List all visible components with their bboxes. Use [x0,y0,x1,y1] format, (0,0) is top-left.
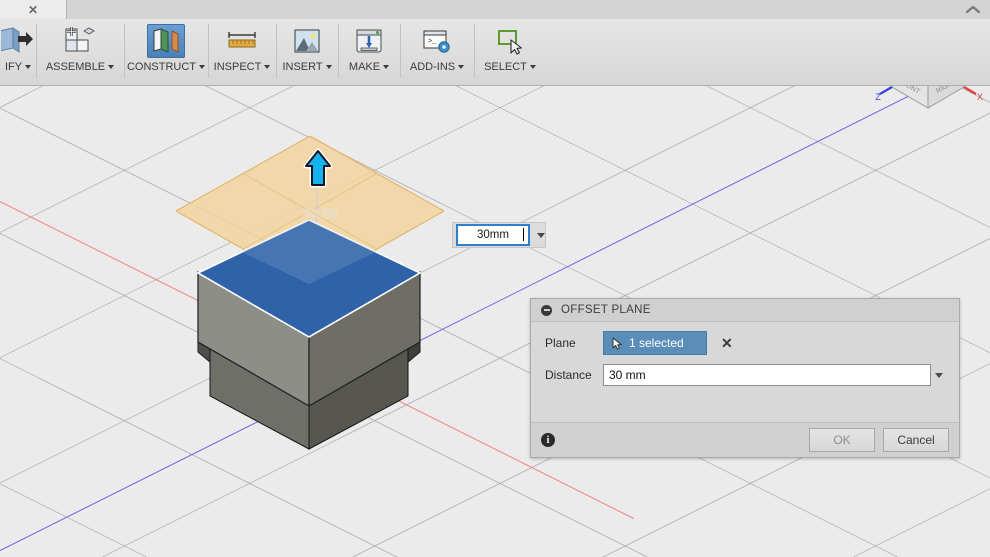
insert-label: INSERT [274,61,339,73]
inline-dimension-input[interactable]: 30mm [456,224,530,246]
tab-strip[interactable]: ✕ [0,0,990,20]
inline-dimension-editor[interactable]: 30mm [452,222,546,248]
distance-value: 30 mm [609,368,646,382]
ribbon-panel-assemble[interactable]: ASSEMBLE [36,19,124,85]
viewcube-axis-x: X [977,92,983,102]
chevron-up-icon[interactable] [964,2,982,16]
select-label: SELECT [476,61,544,73]
modify-button[interactable]: IFY [0,19,36,73]
ok-button[interactable]: OK [809,428,875,452]
dialog-footer: i OK Cancel [531,422,959,457]
3d-printer-icon [350,24,388,58]
dimension-value-label: 30.00 [302,206,338,221]
viewcube-axis-z: Z [875,92,881,102]
ribbon-panel-inspect[interactable]: INSPECT [208,19,276,85]
image-landscape-icon [288,24,326,58]
ribbon-panel-addins[interactable]: >_ ADD-INS [400,19,474,85]
text-caret [523,228,524,241]
info-icon[interactable]: i [541,433,555,447]
plane-row: Plane 1 selected ✕ [545,331,947,355]
up-arrow-drag-handle[interactable] [296,148,340,190]
cancel-button[interactable]: Cancel [883,428,949,452]
close-icon[interactable]: ✕ [28,4,38,16]
distance-row: Distance 30 mm [545,364,947,386]
select-button[interactable]: SELECT [474,19,546,73]
make-button[interactable]: MAKE [338,19,400,73]
console-gear-icon: >_ [418,24,456,58]
inline-dimension-value: 30mm [477,229,509,241]
inspect-button[interactable]: INSPECT [208,19,276,73]
assemble-button[interactable]: ASSEMBLE [36,19,124,73]
chevron-down-icon [383,65,390,69]
ribbon-panel-insert[interactable]: INSERT [276,19,338,85]
ribbon-panel-select[interactable]: SELECT [474,19,546,85]
modify-label: IFY [0,61,39,73]
solid-body[interactable] [186,220,432,450]
chevron-down-icon [458,65,465,69]
distance-label: Distance [545,368,592,382]
ribbon-panel-construct[interactable]: CONSTRUCT [124,19,208,85]
dialog-title: OFFSET PLANE [561,304,651,316]
addins-label: ADD-INS [402,61,472,73]
push-pull-icon [0,24,37,58]
construct-label: CONSTRUCT [119,61,213,73]
ribbon-toolbar[interactable]: IFY ASSEMBLE CONSTRUCT INSPECT INSERT MA… [0,19,990,86]
chevron-down-icon[interactable] [931,365,947,385]
insert-button[interactable]: INSERT [276,19,338,73]
addins-button[interactable]: >_ ADD-INS [400,19,474,73]
ruler-measure-icon [223,24,261,58]
chevron-down-icon [264,65,271,69]
chevron-down-icon [325,65,332,69]
chevron-down-icon [529,65,536,69]
cursor-icon [612,337,622,349]
plane-label: Plane [545,336,576,350]
selection-cursor-icon [491,24,529,58]
ribbon-panel-modify[interactable]: IFY [0,19,36,85]
dialog-body: Plane 1 selected ✕ Distance 30 mm [531,322,959,422]
top-bar: ✕ IFY ASSEMBLE CONSTRUCT INSPECT INSERT … [0,0,990,90]
assemble-blocks-icon [61,24,99,58]
chevron-down-icon [25,65,32,69]
construct-button[interactable]: CONSTRUCT [124,19,208,73]
dialog-buttons: OK Cancel [801,428,949,452]
svg-text:>_: >_ [428,38,437,46]
construct-planes-icon [147,24,185,58]
document-tab[interactable]: ✕ [0,0,67,19]
clear-selection-icon[interactable]: ✕ [721,336,733,350]
assemble-label: ASSEMBLE [38,61,122,73]
chevron-down-icon [199,65,206,69]
ribbon-panel-make[interactable]: MAKE [338,19,400,85]
dialog-title-bar[interactable]: OFFSET PLANE [531,299,959,322]
chevron-down-icon[interactable] [537,232,545,238]
minus-circle-icon[interactable] [541,304,552,316]
inspect-label: INSPECT [206,61,279,73]
chevron-down-icon [108,65,115,69]
plane-selection-text: 1 selected [629,336,684,350]
distance-input[interactable]: 30 mm [603,364,931,386]
plane-selection-button[interactable]: 1 selected [603,331,707,355]
offset-plane-dialog[interactable]: OFFSET PLANE Plane 1 selected ✕ Distance… [530,298,960,458]
make-label: MAKE [341,61,397,73]
